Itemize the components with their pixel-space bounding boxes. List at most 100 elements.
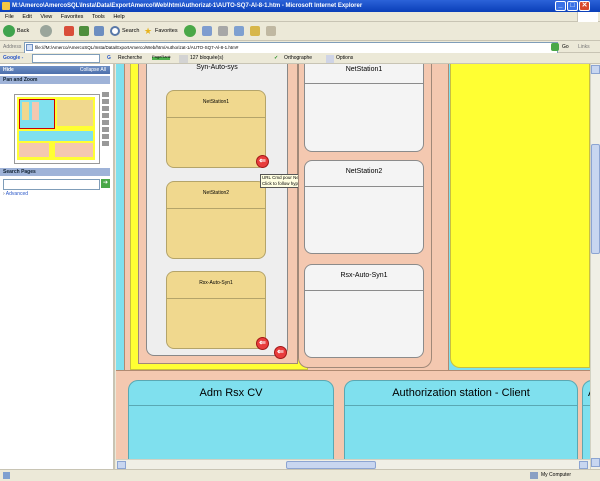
- horizontal-scrollbar[interactable]: [116, 459, 590, 469]
- ie-page-icon: [2, 2, 10, 10]
- menu-help[interactable]: Help: [113, 14, 124, 20]
- options-button[interactable]: Options: [336, 53, 353, 64]
- vertical-scrollbar[interactable]: [590, 64, 600, 469]
- yellow-panel: [450, 64, 590, 368]
- computer-icon: [530, 472, 538, 479]
- page-icon: [26, 44, 33, 51]
- google-g-icon: G: [107, 55, 111, 61]
- netstation2-node[interactable]: NetStation2: [166, 181, 266, 259]
- hyperlink-icon[interactable]: ⇐: [256, 337, 269, 350]
- search-pages-header[interactable]: Search Pages: [0, 168, 110, 176]
- edit-icon[interactable]: [234, 26, 244, 36]
- menu-edit[interactable]: Edit: [22, 14, 31, 20]
- scroll-down-icon[interactable]: [591, 458, 600, 467]
- star-icon[interactable]: ★: [144, 25, 152, 38]
- menu-file[interactable]: File: [5, 14, 14, 20]
- advanced-link[interactable]: › Advanced: [3, 191, 28, 197]
- messenger-icon[interactable]: [266, 26, 276, 36]
- go-button[interactable]: Go: [562, 41, 569, 53]
- netstation1-title: NetStation1: [167, 91, 265, 118]
- menu-view[interactable]: View: [40, 14, 52, 20]
- pagerank-label: PageRank: [152, 54, 171, 59]
- minimize-button[interactable]: _: [555, 1, 566, 11]
- zoom-icons: [102, 92, 109, 166]
- sidebar-header: Hide Collapse All: [0, 66, 110, 74]
- popup-blocker-icon: [179, 55, 188, 63]
- forward-arrow-icon[interactable]: [40, 25, 52, 37]
- vertical-scroll-thumb[interactable]: [591, 144, 600, 254]
- windows-logo-icon: [577, 12, 598, 22]
- window-title-bar: M:\Amerco\AmercoSQL\Insta\Data\ExportAme…: [0, 0, 600, 12]
- back-button[interactable]: Back: [17, 25, 29, 38]
- scroll-up-icon[interactable]: [591, 65, 600, 74]
- spellcheck-icon: ✓: [274, 55, 279, 61]
- google-logo[interactable]: Google -: [3, 53, 23, 64]
- hide-button[interactable]: Hide: [3, 67, 14, 73]
- authorization-partial-node[interactable]: A: [582, 380, 590, 469]
- spellcheck-button[interactable]: Orthographe: [284, 53, 312, 64]
- netstation1-node[interactable]: NetStation1: [166, 90, 266, 168]
- address-label: Address: [3, 44, 22, 50]
- diagram-view: Syn-Auto-sys NetStation1 NetStation2 Rsx…: [116, 64, 590, 469]
- authorization-partial-title: A: [583, 381, 590, 406]
- window-title: M:\Amerco\AmercoSQL\Insta\Data\ExportAme…: [12, 3, 363, 9]
- google-search-input[interactable]: [32, 54, 100, 63]
- address-value: file:///M:/Amerco/AmercoSQL/Insta/Data/E…: [35, 45, 239, 50]
- pan-zoom-header[interactable]: Pan and Zoom: [0, 76, 110, 84]
- right-netstation2-title: NetStation2: [305, 161, 423, 187]
- scroll-right-icon[interactable]: [579, 461, 588, 469]
- close-button[interactable]: ✕: [579, 1, 590, 11]
- rsx-auto-syn1-node[interactable]: Rsx-Auto-Syn1: [166, 271, 266, 349]
- mail-icon[interactable]: [202, 26, 212, 36]
- right-rsx-auto-syn1-title: Rsx-Auto-Syn1: [305, 265, 423, 291]
- discuss-icon[interactable]: [250, 26, 260, 36]
- authorization-client-title: Authorization station - Client: [345, 381, 577, 406]
- go-arrow-icon[interactable]: [551, 43, 559, 51]
- status-bar: My Computer: [0, 469, 600, 480]
- stop-icon[interactable]: [64, 26, 74, 36]
- menu-bar: File Edit View Favorites Tools Help: [0, 12, 600, 22]
- popup-blocked-count[interactable]: 127 bloquée(s): [190, 53, 223, 64]
- home-icon[interactable]: [94, 26, 104, 36]
- hyperlink-icon[interactable]: ⇐: [274, 346, 287, 359]
- sidebar: Hide Collapse All Pan and Zoom Search Pa…: [0, 64, 115, 469]
- scroll-left-icon[interactable]: [117, 461, 126, 469]
- adm-rsx-cv-node[interactable]: Adm Rsx CV: [128, 380, 334, 469]
- search-pages-input[interactable]: [3, 179, 100, 190]
- favorites-button[interactable]: Favorites: [155, 25, 178, 38]
- history-icon[interactable]: [184, 25, 196, 37]
- right-rsx-auto-syn1-node[interactable]: Rsx-Auto-Syn1: [304, 264, 424, 358]
- menu-favorites[interactable]: Favorites: [61, 14, 84, 20]
- page-status-icon: [3, 472, 10, 479]
- adm-rsx-cv-title: Adm Rsx CV: [129, 381, 333, 406]
- search-icon[interactable]: [110, 26, 120, 36]
- right-netstation1-title: NetStation1: [305, 65, 423, 84]
- search-go-icon[interactable]: ➔: [101, 179, 110, 188]
- address-bar: Address file:///M:/Amerco/AmercoSQL/Inst…: [0, 41, 600, 54]
- pan-zoom-thumbnail[interactable]: [14, 94, 100, 164]
- refresh-icon[interactable]: [79, 26, 89, 36]
- print-icon[interactable]: [218, 26, 228, 36]
- security-zone: My Computer: [541, 472, 572, 478]
- search-pages-label: Search Pages: [3, 169, 36, 175]
- advanced-label: Advanced: [5, 191, 29, 197]
- right-netstation2-node[interactable]: NetStation2: [304, 160, 424, 254]
- links-button[interactable]: Links: [578, 41, 590, 53]
- right-netstation1-node[interactable]: NetStation1: [304, 64, 424, 152]
- search-button[interactable]: Search: [122, 25, 139, 38]
- netstation2-title: NetStation2: [167, 182, 265, 209]
- pan-zoom-label: Pan and Zoom: [3, 77, 38, 83]
- authorization-client-node[interactable]: Authorization station - Client: [344, 380, 578, 469]
- menu-tools[interactable]: Tools: [92, 14, 105, 20]
- collapse-all-button[interactable]: Collapse All: [80, 66, 106, 74]
- syn-auto-sys-title: Syn-Auto-sys: [196, 64, 238, 71]
- rsx-auto-syn1-title: Rsx-Auto-Syn1: [167, 272, 265, 299]
- options-icon: [326, 55, 334, 63]
- google-toolbar: Google - G Recherche PageRank 127 bloqué…: [0, 53, 600, 64]
- toolbar: Back Search ★ Favorites: [0, 22, 600, 41]
- maximize-button[interactable]: □: [567, 1, 578, 11]
- google-search-button[interactable]: Recherche: [118, 53, 142, 64]
- horizontal-scroll-thumb[interactable]: [286, 461, 376, 469]
- hyperlink-icon[interactable]: ⇐: [256, 155, 269, 168]
- back-arrow-icon[interactable]: [3, 25, 15, 37]
